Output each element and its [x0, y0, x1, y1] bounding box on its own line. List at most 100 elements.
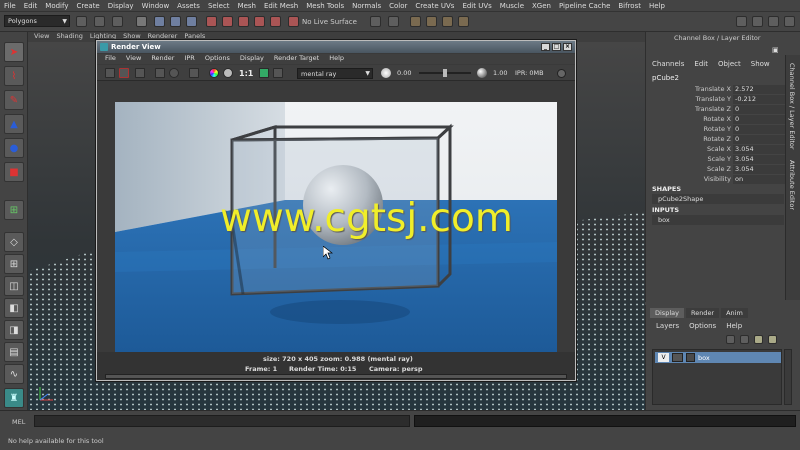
- attr-rotate-y[interactable]: Rotate Y0: [646, 124, 786, 134]
- keep-image-icon[interactable]: [259, 68, 269, 78]
- menu-muscle[interactable]: Muscle: [500, 2, 524, 10]
- save-scene-icon[interactable]: [112, 16, 123, 27]
- rv-menu-render-target[interactable]: Render Target: [274, 54, 319, 64]
- display-rgb-icon[interactable]: [209, 68, 219, 78]
- viewport-menu-shading[interactable]: Shading: [56, 32, 82, 42]
- make-live-icon[interactable]: [270, 16, 281, 27]
- rv-menu-display[interactable]: Display: [240, 54, 264, 64]
- remove-image-icon[interactable]: [273, 68, 283, 78]
- attr-scale-x[interactable]: Scale X 3.054: [646, 144, 786, 154]
- toggle-channel-box-icon[interactable]: [784, 16, 795, 27]
- select-by-object-icon[interactable]: [170, 16, 181, 27]
- construction-history-icon[interactable]: [388, 16, 399, 27]
- snap-view-plane-icon[interactable]: [254, 16, 265, 27]
- move-tool-icon[interactable]: ▲: [4, 114, 24, 134]
- toggle-modeling-toolkit-icon[interactable]: [736, 16, 747, 27]
- new-layer-icon[interactable]: [754, 335, 763, 344]
- renderer-dropdown[interactable]: mental ray ▼: [297, 68, 373, 79]
- layer-menu-options[interactable]: Options: [689, 322, 716, 330]
- toggle-attribute-editor-icon[interactable]: [752, 16, 763, 27]
- move-layer-up-icon[interactable]: [726, 335, 735, 344]
- menu-bifrost[interactable]: Bifrost: [618, 2, 641, 10]
- undo-icon[interactable]: [136, 16, 147, 27]
- snapshot-icon[interactable]: [135, 68, 145, 78]
- toggle-tool-settings-icon[interactable]: [768, 16, 779, 27]
- rotate-tool-icon[interactable]: ●: [4, 138, 24, 158]
- lasso-tool-icon[interactable]: ⌇: [4, 66, 24, 86]
- paint-select-icon[interactable]: ✎: [4, 90, 24, 110]
- attr-visibility[interactable]: Visibility on: [646, 174, 786, 184]
- layout-graph-editor-icon[interactable]: ∿: [4, 364, 24, 384]
- tab-display[interactable]: Display: [650, 308, 684, 318]
- display-alpha-icon[interactable]: [223, 68, 233, 78]
- layout-single-icon[interactable]: ◇: [4, 232, 24, 252]
- layer-menu-help[interactable]: Help: [726, 322, 742, 330]
- menu-set-dropdown[interactable]: Polygons ▼: [4, 15, 70, 27]
- snap-grid-icon[interactable]: [206, 16, 217, 27]
- menu-display[interactable]: Display: [108, 2, 134, 10]
- render-region-icon[interactable]: [119, 68, 129, 78]
- attr-translate-z[interactable]: Translate Z0: [646, 104, 786, 114]
- camera-tool-icon[interactable]: ♜: [4, 388, 24, 408]
- snap-point-icon[interactable]: [238, 16, 249, 27]
- move-layer-down-icon[interactable]: [740, 335, 749, 344]
- layer-visibility-toggle[interactable]: V: [658, 353, 669, 362]
- attr-scale-y[interactable]: Scale Y 3.054: [646, 154, 786, 164]
- scale-tool-icon[interactable]: ■: [4, 162, 24, 182]
- cb-menu-channels[interactable]: Channels: [652, 60, 684, 68]
- layout-two-icon[interactable]: ◫: [4, 276, 24, 296]
- menu-edit-uvs[interactable]: Edit UVs: [462, 2, 491, 10]
- last-tool-icon[interactable]: ⊞: [4, 200, 24, 220]
- maximize-icon[interactable]: □: [552, 43, 561, 51]
- tab-render[interactable]: Render: [685, 308, 720, 318]
- layer-menu-layers[interactable]: Layers: [656, 322, 679, 330]
- select-tool-icon[interactable]: ➤: [4, 42, 24, 62]
- menu-create-uvs[interactable]: Create UVs: [415, 2, 454, 10]
- render-view-titlebar[interactable]: Render View _ □ ×: [97, 41, 575, 53]
- gamma-value[interactable]: 1.00: [493, 69, 507, 77]
- layer-color-swatch[interactable]: [686, 353, 695, 362]
- hypershade-icon[interactable]: [458, 16, 469, 27]
- menu-modify[interactable]: Modify: [45, 2, 68, 10]
- render-frame-icon[interactable]: [410, 16, 421, 27]
- render-settings-icon[interactable]: [442, 16, 453, 27]
- viewport-menu-view[interactable]: View: [34, 32, 49, 42]
- cb-menu-show[interactable]: Show: [751, 60, 770, 68]
- rv-menu-help[interactable]: Help: [329, 54, 344, 64]
- input-output-icon[interactable]: [370, 16, 381, 27]
- menu-help[interactable]: Help: [649, 2, 665, 10]
- horizontal-scrollbar[interactable]: [105, 374, 567, 379]
- tab-channel-box[interactable]: Channel Box / Layer Editor: [788, 63, 796, 150]
- menu-mesh-tools[interactable]: Mesh Tools: [306, 2, 344, 10]
- layout-four-icon[interactable]: ⊞: [4, 254, 24, 274]
- menu-pipeline-cache[interactable]: Pipeline Cache: [559, 2, 610, 10]
- cb-menu-object[interactable]: Object: [718, 60, 741, 68]
- rv-menu-options[interactable]: Options: [205, 54, 230, 64]
- minimize-icon[interactable]: _: [541, 43, 550, 51]
- menu-assets[interactable]: Assets: [177, 2, 200, 10]
- exposure-slider[interactable]: [419, 69, 471, 77]
- menu-create[interactable]: Create: [76, 2, 99, 10]
- layer-type-toggle[interactable]: [672, 353, 683, 362]
- shape-item[interactable]: pCube2Shape: [652, 194, 784, 204]
- refresh-ipr-icon[interactable]: [169, 68, 179, 78]
- redo-previous-render-icon[interactable]: [105, 68, 115, 78]
- menu-xgen[interactable]: XGen: [532, 2, 551, 10]
- select-by-component-icon[interactable]: [186, 16, 197, 27]
- layout-outliner-icon[interactable]: ▤: [4, 342, 24, 362]
- layer-row-box[interactable]: V box: [655, 352, 781, 363]
- select-by-hierarchy-icon[interactable]: [154, 16, 165, 27]
- rv-menu-render[interactable]: Render: [151, 54, 174, 64]
- close-icon[interactable]: ×: [563, 43, 572, 51]
- tab-anim[interactable]: Anim: [721, 308, 748, 318]
- toggle-panel-icon[interactable]: ▣: [772, 46, 779, 54]
- layout-persp-graph-icon[interactable]: ◧: [4, 298, 24, 318]
- real-size-button[interactable]: 1:1: [239, 69, 253, 78]
- snap-curve-icon[interactable]: [222, 16, 233, 27]
- new-layer-from-selected-icon[interactable]: [768, 335, 777, 344]
- live-surface-label[interactable]: No Live Surface: [302, 18, 357, 26]
- rv-menu-file[interactable]: File: [105, 54, 116, 64]
- exposure-slider-handle[interactable]: [443, 69, 447, 77]
- menu-edit[interactable]: Edit: [24, 2, 38, 10]
- ipr-status-icon[interactable]: [557, 69, 566, 78]
